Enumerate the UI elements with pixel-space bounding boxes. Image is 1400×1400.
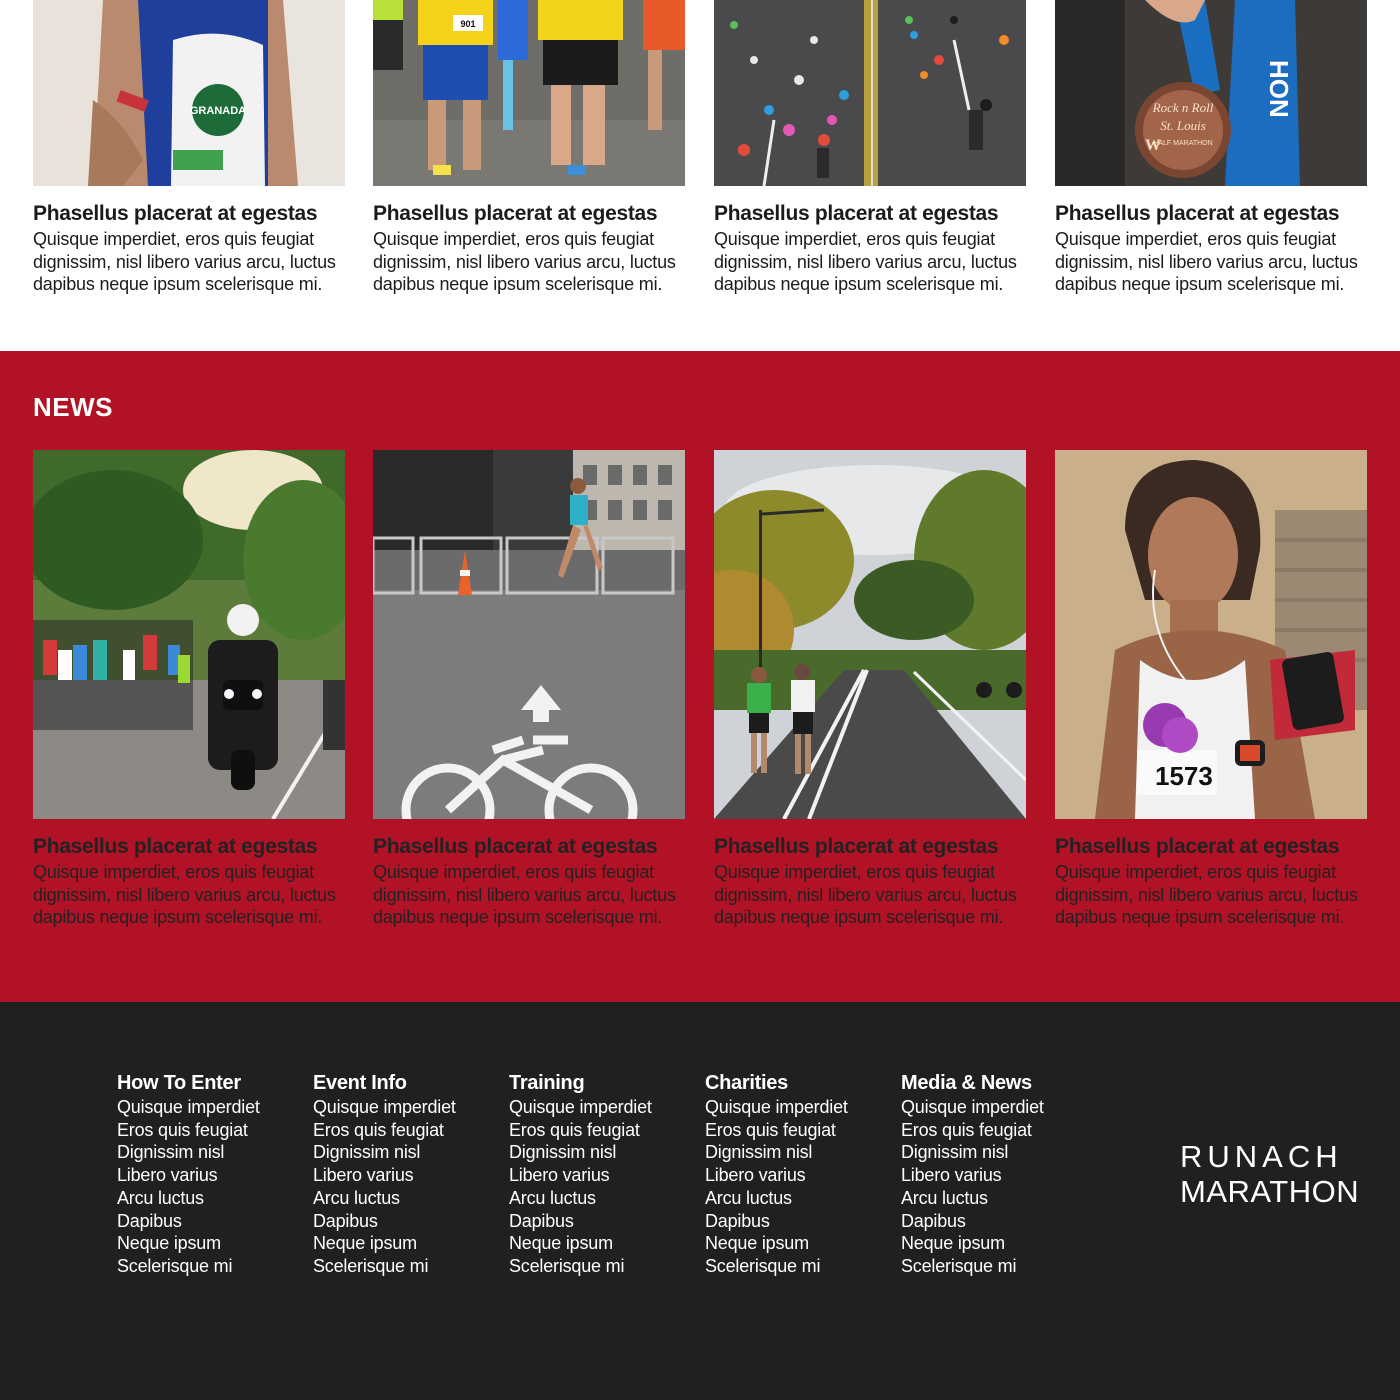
footer-link[interactable]: Libero varius [901,1164,1081,1187]
footer-link[interactable]: Dignissim nisl [509,1141,689,1164]
featured-card[interactable]: HON Rock n Roll St. Louis HALF MARATHON … [1055,0,1367,296]
footer-link[interactable]: Eros quis feugiat [313,1119,493,1142]
footer-heading[interactable]: How To Enter [117,1070,297,1096]
footer-link[interactable]: Dignissim nisl [901,1141,1081,1164]
footer-link[interactable]: Scelerisque mi [117,1255,297,1278]
medal-photo[interactable]: HON Rock n Roll St. Louis HALF MARATHON … [1055,0,1367,186]
woman-runner-photo[interactable]: 1573 [1055,450,1367,819]
svg-text:St. Louis: St. Louis [1160,118,1206,133]
svg-text:1573: 1573 [1155,761,1213,791]
card-title[interactable]: Phasellus placerat at egestas [714,835,1026,859]
footer-column-event-info: Event Info Quisque imperdiet Eros quis f… [313,1070,493,1278]
footer-link[interactable]: Arcu luctus [117,1187,297,1210]
footer-column-charities: Charities Quisque imperdiet Eros quis fe… [705,1070,885,1278]
card-title[interactable]: Phasellus placerat at egestas [33,835,345,859]
news-card[interactable]: Phasellus placerat at egestas Quisque im… [373,450,685,929]
footer-link[interactable]: Dignissim nisl [117,1141,297,1164]
site-logo[interactable]: RUNACH MARATHON [1180,1140,1359,1210]
triathlete-photo[interactable]: GRANADA [33,0,345,186]
card-text: Quisque imperdiet, eros quis feugiat dig… [714,862,1017,927]
card-title[interactable]: Phasellus placerat at egestas [714,202,1026,226]
footer-link[interactable]: Arcu luctus [705,1187,885,1210]
logo-line-marathon: MARATHON [1180,1174,1360,1209]
svg-text:901: 901 [460,19,475,29]
footer-link[interactable]: Libero varius [117,1164,297,1187]
svg-text:HALF MARATHON: HALF MARATHON [1153,140,1212,147]
crowd-runners-road-photo[interactable] [714,0,1026,186]
footer-link[interactable]: Scelerisque mi [509,1255,689,1278]
footer-heading[interactable]: Charities [705,1070,885,1096]
card-text: Quisque imperdiet, eros quis feugiat dig… [373,229,676,294]
footer-link[interactable]: Quisque imperdiet [901,1096,1081,1119]
card-title[interactable]: Phasellus placerat at egestas [373,835,685,859]
logo-line-runach: RUNACH [1180,1139,1343,1174]
footer-link[interactable]: Eros quis feugiat [509,1119,689,1142]
footer-link[interactable]: Dignissim nisl [313,1141,493,1164]
footer-link[interactable]: Dapibus [509,1210,689,1233]
card-title[interactable]: Phasellus placerat at egestas [33,202,345,226]
footer-link[interactable]: Neque ipsum [509,1232,689,1255]
news-card[interactable]: Phasellus placerat at egestas Quisque im… [33,450,345,929]
news-heading: NEWS [33,392,113,422]
footer-column-training: Training Quisque imperdiet Eros quis feu… [509,1070,689,1278]
footer-link[interactable]: Arcu luctus [901,1187,1081,1210]
footer-link[interactable]: Dapibus [901,1210,1081,1233]
svg-text:GRANADA: GRANADA [190,105,246,117]
runners-legs-photo[interactable]: 901 [373,0,685,186]
footer-link[interactable]: Quisque imperdiet [509,1096,689,1119]
footer-link[interactable]: Neque ipsum [313,1232,493,1255]
footer-link[interactable]: Scelerisque mi [705,1255,885,1278]
footer-heading[interactable]: Event Info [313,1070,493,1096]
svg-text:Rock n Roll: Rock n Roll [1152,100,1214,115]
featured-card[interactable]: Phasellus placerat at egestas Quisque im… [714,0,1026,296]
news-card[interactable]: Phasellus placerat at egestas Quisque im… [714,450,1026,929]
footer-link[interactable]: Libero varius [705,1164,885,1187]
card-text: Quisque imperdiet, eros quis feugiat dig… [714,229,1017,294]
footer-link[interactable]: Quisque imperdiet [705,1096,885,1119]
footer-link[interactable]: Libero varius [313,1164,493,1187]
news-card[interactable]: 1573 Phasellus placerat at egestas Quisq… [1055,450,1367,929]
footer-link[interactable]: Eros quis feugiat [705,1119,885,1142]
footer-link[interactable]: Arcu luctus [313,1187,493,1210]
card-title[interactable]: Phasellus placerat at egestas [1055,835,1367,859]
footer-link[interactable]: Dignissim nisl [705,1141,885,1164]
footer-link[interactable]: Neque ipsum [901,1232,1081,1255]
card-text: Quisque imperdiet, eros quis feugiat dig… [373,862,676,927]
card-text: Quisque imperdiet, eros quis feugiat dig… [1055,862,1358,927]
card-text: Quisque imperdiet, eros quis feugiat dig… [1055,229,1358,294]
footer-link[interactable]: Scelerisque mi [901,1255,1081,1278]
motorcycle-runners-photo[interactable] [33,450,345,819]
svg-text:HON: HON [1264,60,1294,118]
card-text: Quisque imperdiet, eros quis feugiat dig… [33,229,336,294]
featured-section: GRANADA Phasellus placerat at egestas Qu… [0,0,1400,351]
footer-link[interactable]: Eros quis feugiat [117,1119,297,1142]
card-title[interactable]: Phasellus placerat at egestas [373,202,685,226]
footer-link[interactable]: Libero varius [509,1164,689,1187]
footer-link[interactable]: Dapibus [705,1210,885,1233]
footer-link[interactable]: Eros quis feugiat [901,1119,1081,1142]
card-text: Quisque imperdiet, eros quis feugiat dig… [33,862,336,927]
footer-column-how-to-enter: How To Enter Quisque imperdiet Eros quis… [117,1070,297,1278]
footer-heading[interactable]: Training [509,1070,689,1096]
footer-link[interactable]: Dapibus [117,1210,297,1233]
park-road-runners-photo[interactable] [714,450,1026,819]
footer-link[interactable]: Neque ipsum [117,1232,297,1255]
svg-text:W: W [1145,137,1161,154]
footer-link[interactable]: Quisque imperdiet [313,1096,493,1119]
footer-link[interactable]: Dapibus [313,1210,493,1233]
runner-bike-lane-photo[interactable] [373,450,685,819]
footer-link[interactable]: Quisque imperdiet [117,1096,297,1119]
featured-card[interactable]: 901 Phasellus placerat at egestas Quisqu… [373,0,685,296]
footer-column-media-news: Media & News Quisque imperdiet Eros quis… [901,1070,1081,1278]
footer-heading[interactable]: Media & News [901,1070,1081,1096]
footer-link[interactable]: Neque ipsum [705,1232,885,1255]
card-title[interactable]: Phasellus placerat at egestas [1055,202,1367,226]
featured-card[interactable]: GRANADA Phasellus placerat at egestas Qu… [33,0,345,296]
footer-link[interactable]: Arcu luctus [509,1187,689,1210]
footer-link[interactable]: Scelerisque mi [313,1255,493,1278]
